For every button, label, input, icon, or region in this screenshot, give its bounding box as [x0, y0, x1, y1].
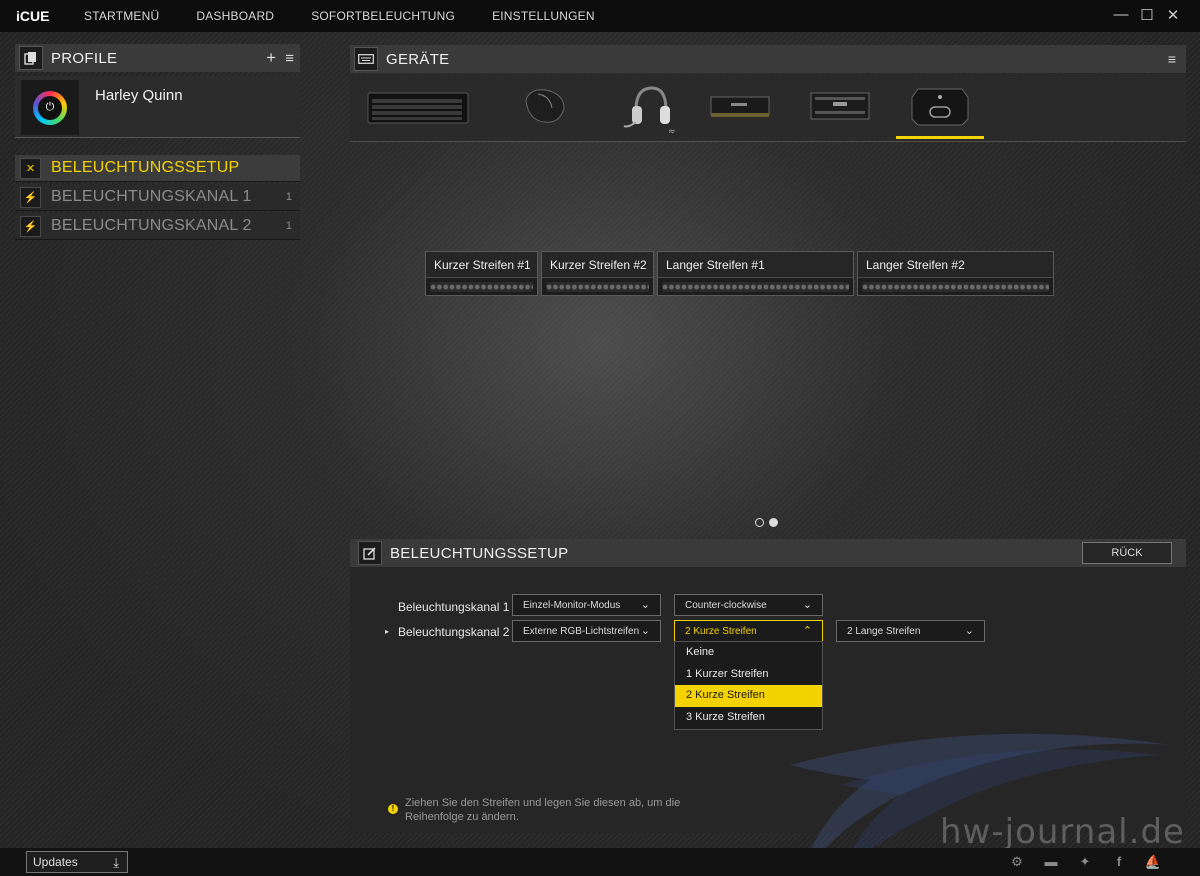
strip-label: Langer Streifen #1: [658, 252, 853, 278]
add-profile-icon[interactable]: +: [266, 48, 276, 68]
svg-text:≈: ≈: [668, 127, 676, 134]
chevron-down-icon: ⌄: [802, 599, 812, 611]
download-icon: ⤓: [113, 855, 119, 870]
devices-header: GERÄTE ≡: [350, 45, 1186, 73]
expand-arrow-icon[interactable]: ▸: [385, 627, 389, 636]
sidebar-item-label: BELEUCHTUNGSKANAL 1: [51, 188, 252, 205]
strip-leds: [546, 282, 649, 292]
device-selected-indicator: [896, 136, 984, 139]
strip-label: Langer Streifen #2: [858, 252, 1053, 278]
page-dot-active[interactable]: [769, 518, 778, 527]
watermark: hw-journal.de: [940, 812, 1185, 852]
strip-card[interactable]: Kurzer Streifen #2: [541, 251, 654, 296]
strip-card[interactable]: Langer Streifen #2: [857, 251, 1054, 296]
select-value: Einzel-Monitor-Modus: [523, 599, 621, 611]
select-value: 2 Kurze Streifen: [685, 625, 757, 637]
dropdown-option[interactable]: Keine: [675, 642, 822, 664]
facebook-icon[interactable]: f: [1102, 854, 1136, 870]
select-value: Externe RGB-Lichtstreifen: [523, 625, 640, 637]
nav-startmenu[interactable]: STARTMENÜ: [84, 9, 159, 23]
footer-bar: Updates ⤓ ⚙ ▬ ✦ f ⛵: [0, 848, 1200, 876]
channel1-direction-select[interactable]: Counter-clockwise ⌄: [674, 594, 823, 616]
profiles-icon: [19, 46, 43, 70]
setup-header: BELEUCHTUNGSSETUP RÜCK: [350, 539, 1186, 567]
profile-card[interactable]: ⏻ Harley Quinn: [15, 76, 300, 138]
strip-card[interactable]: Kurzer Streifen #1: [425, 251, 538, 296]
nav-dashboard[interactable]: DASHBOARD: [196, 9, 274, 23]
back-button[interactable]: RÜCK: [1082, 542, 1172, 564]
channel2-short-strips-select[interactable]: 2 Kurze Streifen ⌃: [674, 620, 823, 642]
chevron-down-icon: ⌄: [964, 625, 974, 637]
mouse-icon[interactable]: [518, 82, 570, 130]
profiles-menu-icon[interactable]: ≡: [285, 50, 294, 67]
channel1-label: Beleuchtungskanal 1: [398, 600, 510, 614]
headset-icon[interactable]: ≈: [616, 82, 680, 136]
twitter-icon[interactable]: ✦: [1068, 854, 1102, 870]
page-indicator: [755, 518, 783, 527]
device-list: ≈: [350, 74, 1186, 142]
chat-icon[interactable]: ▬: [1034, 854, 1068, 870]
chevron-up-icon: ⌃: [802, 625, 812, 637]
community-icon[interactable]: ⚙: [1000, 854, 1034, 870]
profile-name: Harley Quinn: [95, 87, 183, 104]
sidebar-item-beleuchtungskanal-1[interactable]: ⚡ BELEUCHTUNGSKANAL 1 1: [15, 184, 300, 211]
strip-leds: [862, 282, 1049, 292]
devices-menu-icon[interactable]: ≡: [1168, 51, 1176, 67]
channel2-label: Beleuchtungskanal 2: [398, 625, 510, 639]
profiles-header: PROFILE + ≡: [15, 44, 300, 72]
dropdown-option-selected[interactable]: 2 Kurze Streifen: [675, 685, 822, 708]
devices-title: GERÄTE: [386, 50, 450, 68]
memory-icon[interactable]: [708, 82, 772, 130]
select-value: 2 Lange Streifen: [847, 625, 921, 637]
lighting-node-icon[interactable]: [908, 82, 972, 130]
updates-button[interactable]: Updates ⤓: [26, 851, 128, 873]
bolt-icon: ⚡: [20, 215, 41, 237]
memory2-icon[interactable]: [808, 82, 872, 130]
info-icon: !: [388, 804, 398, 814]
maximize-icon[interactable]: ☐: [1134, 6, 1160, 24]
main-nav: STARTMENÜ DASHBOARD SOFORTBELEUCHTUNG EI…: [84, 9, 632, 23]
drag-hint-text: Ziehen Sie den Streifen und legen Sie di…: [405, 797, 681, 823]
app-logo: iCUE: [16, 8, 50, 24]
nav-sofortbeleuchtung[interactable]: SOFORTBELEUCHTUNG: [311, 9, 455, 23]
sidebar-item-beleuchtungskanal-2[interactable]: ⚡ BELEUCHTUNGSKANAL 2 1: [15, 213, 300, 240]
strip-card[interactable]: Langer Streifen #1: [657, 251, 854, 296]
edit-icon: [358, 541, 382, 565]
page-dot[interactable]: [755, 518, 764, 527]
strip-label: Kurzer Streifen #1: [426, 252, 537, 278]
setup-title: BELEUCHTUNGSSETUP: [390, 544, 569, 562]
close-icon[interactable]: ✕: [1160, 6, 1186, 24]
footer-icons: ⚙ ▬ ✦ f ⛵: [1000, 854, 1170, 870]
sidebar-item-count: 1: [285, 220, 292, 232]
keyboard-icon[interactable]: [366, 82, 470, 130]
chevron-down-icon: ⌄: [640, 599, 650, 611]
profile-avatar: ⏻: [21, 80, 79, 135]
select-value: Counter-clockwise: [685, 599, 767, 611]
sidebar-item-count: 1: [285, 191, 292, 203]
sidebar-item-label: BELEUCHTUNGSSETUP: [51, 159, 240, 176]
power-icon: ⏻: [38, 95, 62, 120]
top-bar: iCUE STARTMENÜ DASHBOARD SOFORTBELEUCHTU…: [0, 0, 1200, 32]
sidebar-item-label: BELEUCHTUNGSKANAL 2: [51, 217, 252, 234]
channel2-long-strips-select[interactable]: 2 Lange Streifen ⌄: [836, 620, 985, 642]
dropdown-option[interactable]: 1 Kurzer Streifen: [675, 664, 822, 686]
channel1-mode-select[interactable]: Einzel-Monitor-Modus ⌄: [512, 594, 661, 616]
wrench-icon: ✕: [20, 157, 41, 179]
sidebar-item-beleuchtungssetup[interactable]: ✕ BELEUCHTUNGSSETUP: [15, 155, 300, 182]
strip-leds: [430, 282, 533, 292]
chevron-down-icon: ⌄: [640, 625, 650, 637]
updates-label: Updates: [33, 855, 78, 869]
minimize-icon[interactable]: —: [1108, 6, 1134, 24]
window-controls: — ☐ ✕: [1108, 6, 1186, 24]
profiles-title: PROFILE: [51, 49, 118, 67]
corsair-icon[interactable]: ⛵: [1136, 854, 1170, 870]
nav-einstellungen[interactable]: EINSTELLUNGEN: [492, 9, 595, 23]
strip-label: Kurzer Streifen #2: [542, 252, 653, 278]
short-strips-dropdown-menu: Keine 1 Kurzer Streifen 2 Kurze Streifen…: [674, 641, 823, 730]
strip-leds: [662, 282, 849, 292]
keyboard-small-icon: [354, 47, 378, 71]
channel2-mode-select[interactable]: Externe RGB-Lichtstreifen ⌄: [512, 620, 661, 642]
bolt-icon: ⚡: [20, 186, 41, 208]
